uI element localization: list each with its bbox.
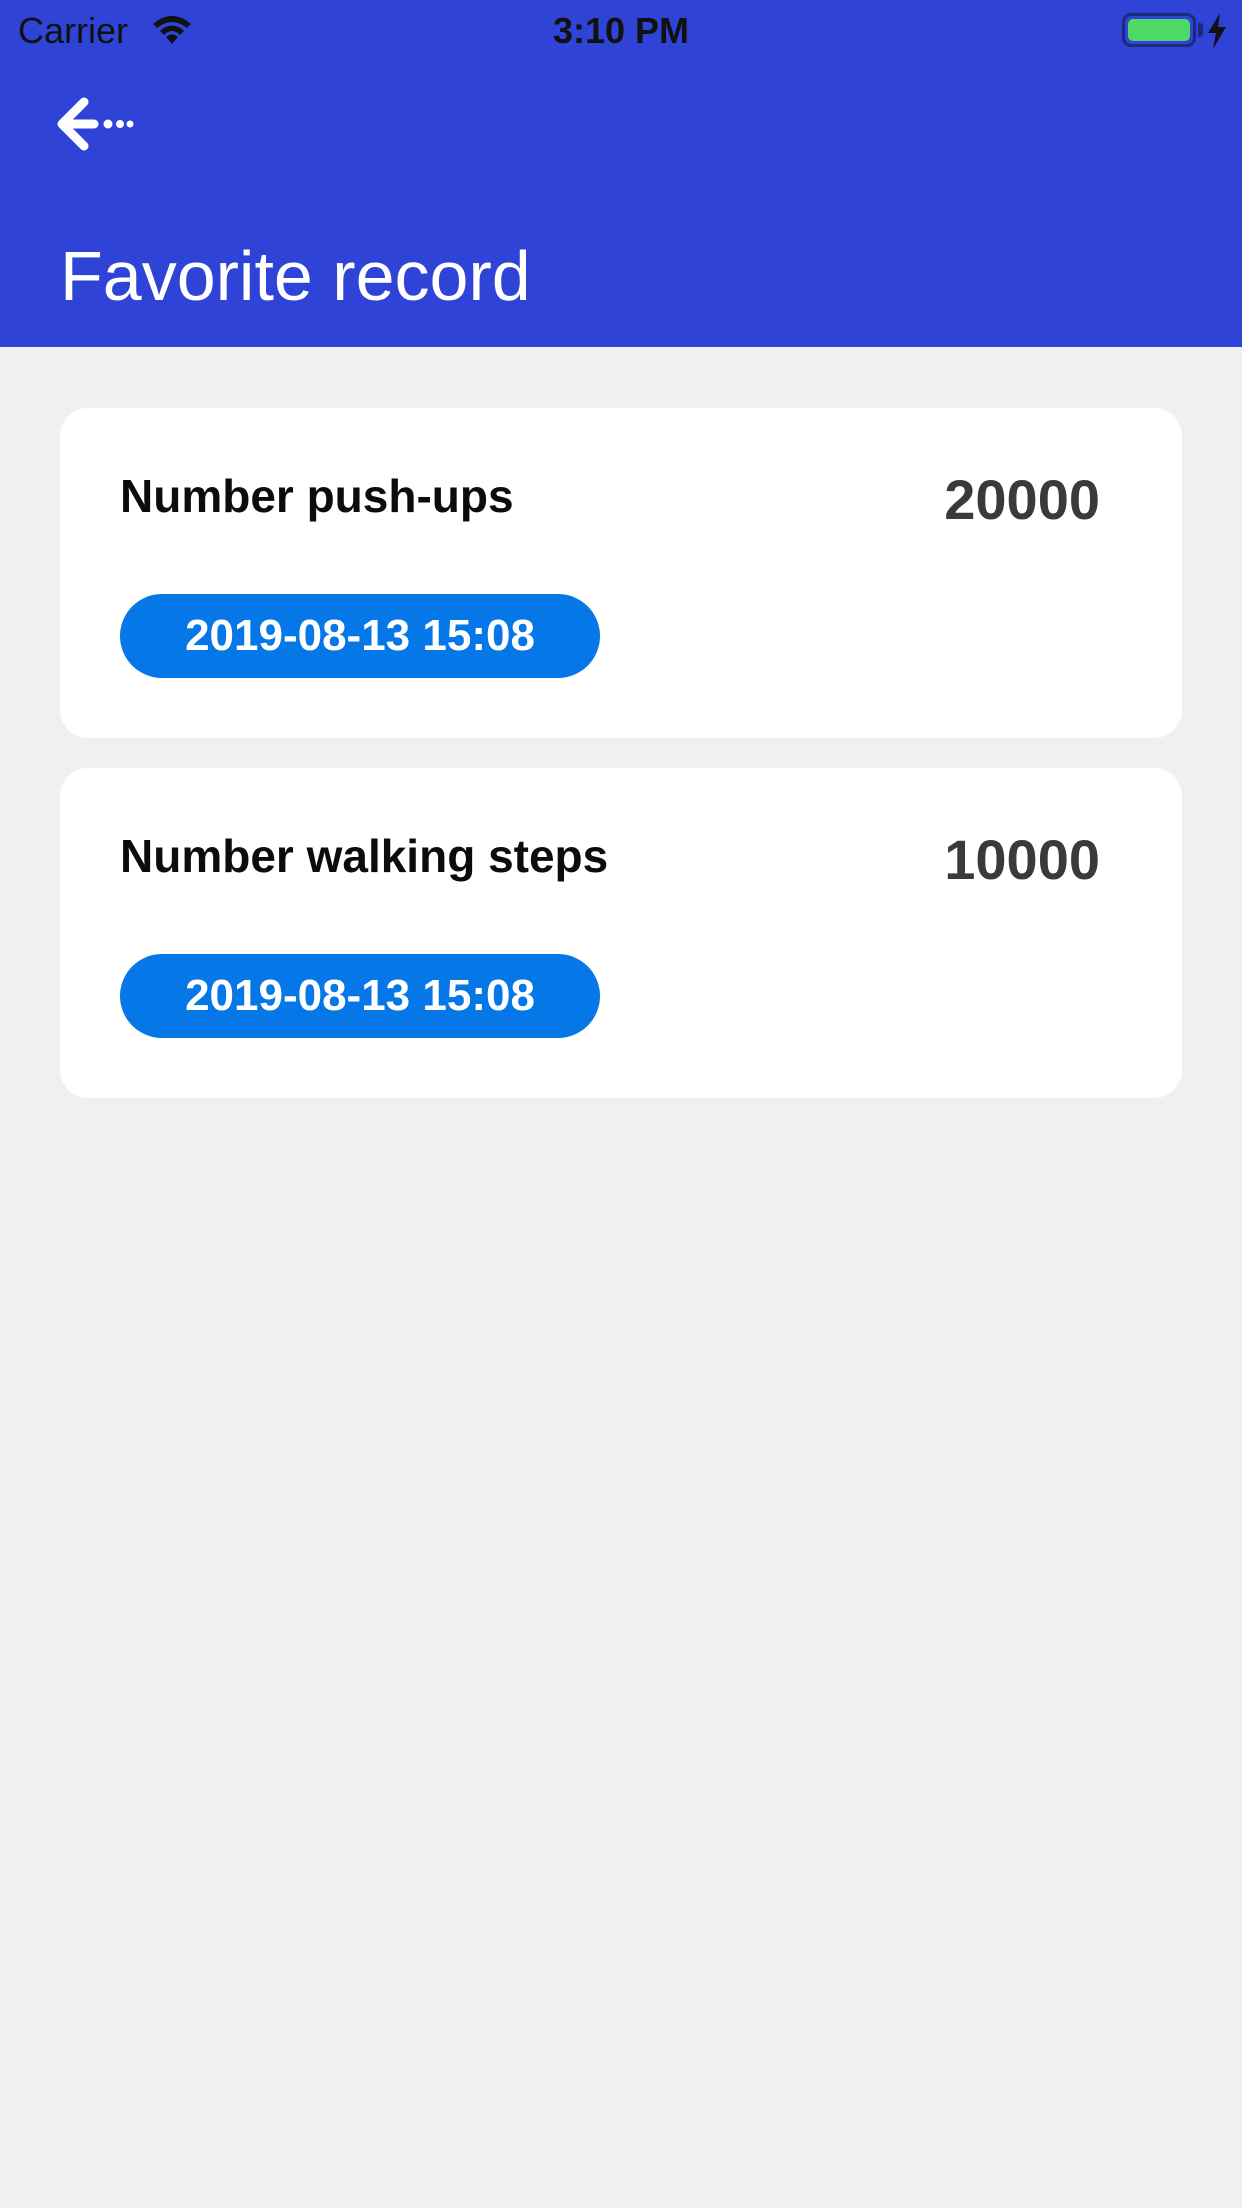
record-card[interactable]: Number push-ups 20000 2019-08-13 15:08 [60, 408, 1182, 738]
record-value: 20000 [944, 468, 1100, 531]
status-bar: Carrier 3:10 PM [0, 0, 1242, 62]
records-list: Number push-ups 20000 2019-08-13 15:08 N… [60, 408, 1182, 1128]
record-label: Number walking steps [120, 830, 609, 882]
battery-icon [1122, 13, 1196, 47]
record-date-badge: 2019-08-13 15:08 [120, 954, 600, 1038]
charging-bolt-icon [1206, 13, 1228, 49]
record-date-badge: 2019-08-13 15:08 [120, 594, 600, 678]
record-card[interactable]: Number walking steps 10000 2019-08-13 15… [60, 768, 1182, 1098]
status-time: 3:10 PM [552, 10, 690, 51]
arrow-left-icon [56, 97, 136, 156]
back-button[interactable] [56, 96, 136, 152]
battery-level [1128, 19, 1190, 41]
record-value: 10000 [944, 828, 1100, 891]
app-header: Carrier 3:10 PM Favorite record [0, 0, 1242, 347]
record-label: Number push-ups [120, 470, 514, 522]
page-title: Favorite record [60, 237, 531, 315]
battery-cap [1198, 23, 1203, 37]
